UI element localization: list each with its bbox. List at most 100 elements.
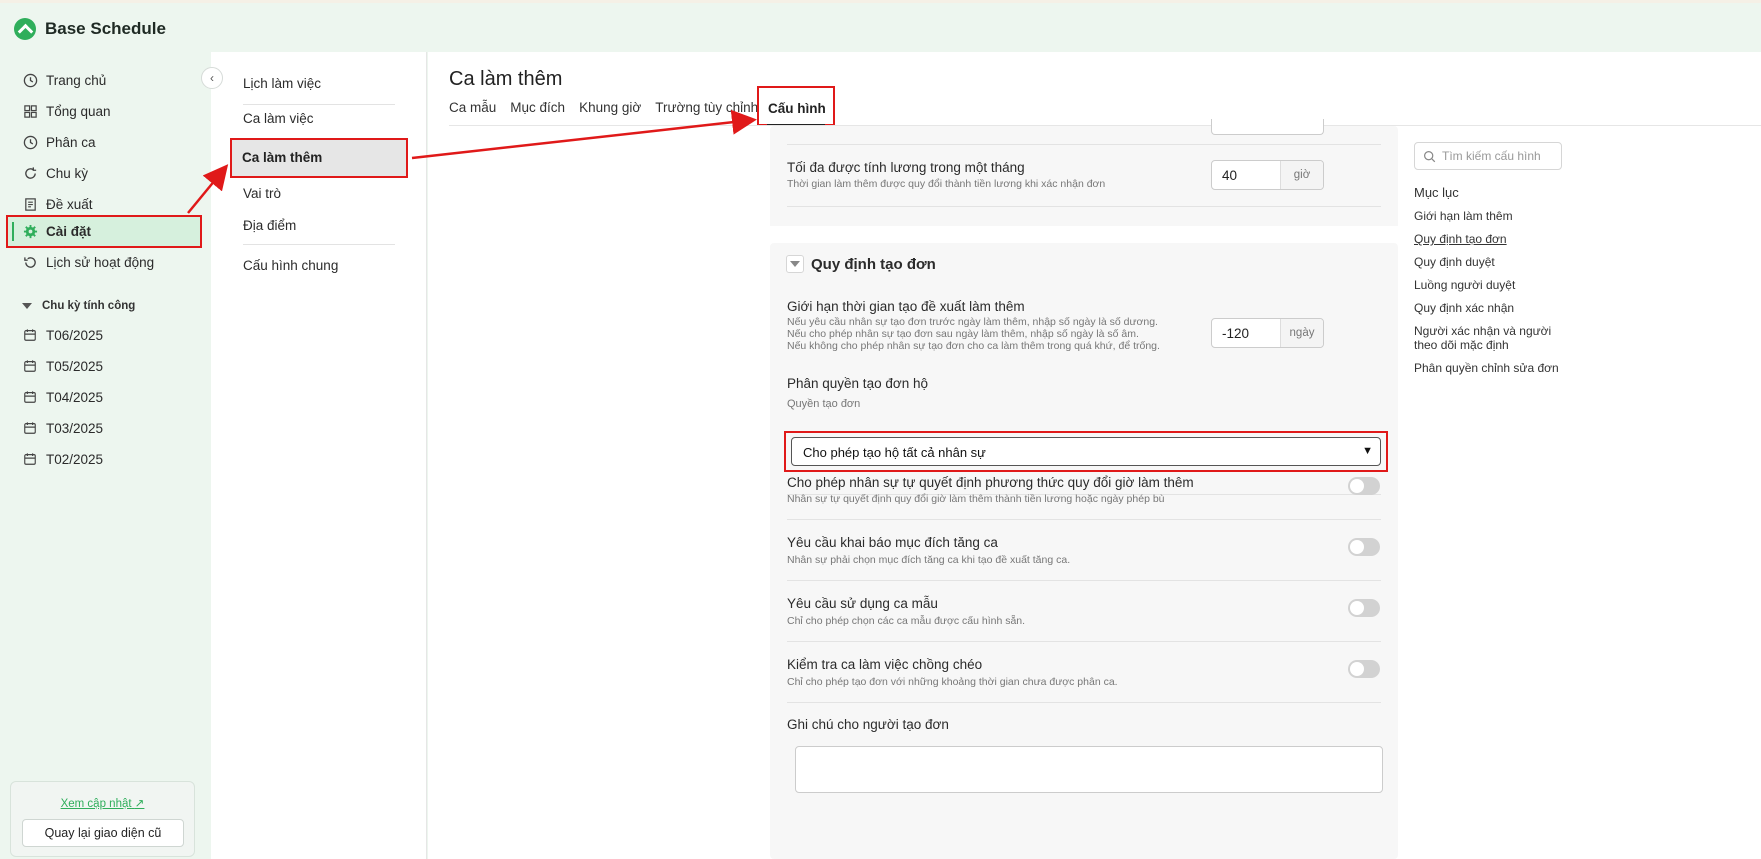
toggle-title-4: Kiểm tra ca làm việc chồng chéo <box>787 657 983 672</box>
period-section-header[interactable]: Chu kỳ tính công <box>22 300 135 312</box>
toggle-desc-1: Nhân sự tự quyết định quy đổi giờ làm th… <box>787 493 1165 505</box>
clock-icon <box>22 72 38 88</box>
calendar-icon <box>22 420 38 436</box>
toc-title: Mục lục <box>1414 185 1459 200</box>
calendar-icon <box>22 327 38 343</box>
toc-item[interactable]: Quy định xác nhận <box>1414 301 1564 315</box>
proxy-field-label: Quyền tạo đơn <box>787 398 861 410</box>
sidebar-item-label: Tổng quan <box>46 103 111 119</box>
max-salary-desc: Thời gian làm thêm được quy đổi thành ti… <box>787 178 1106 190</box>
toggle-desc-4: Chỉ cho phép tạo đơn với những khoảng th… <box>787 676 1118 688</box>
note-title: Ghi chú cho người tạo đơn <box>787 717 949 732</box>
sidebar-item-overview[interactable]: Tổng quan <box>8 97 201 125</box>
row-divider <box>787 641 1381 642</box>
max-salary-value: 40 <box>1222 168 1238 183</box>
app-title: Base Schedule <box>45 19 166 38</box>
sidebar-item-cycles[interactable]: Chu kỳ <box>8 159 201 187</box>
top-bar: Base Schedule <box>0 0 1761 52</box>
time-limit-value: -120 <box>1222 326 1250 341</box>
calendar-icon <box>22 451 38 467</box>
period-item[interactable]: T06/2025 <box>8 321 201 349</box>
subnav-divider <box>243 104 395 105</box>
proxy-select-highlight: Cho phép tạo hộ tất cả nhân sự ▼ <box>784 431 1388 472</box>
prev-number-input[interactable] <box>1211 119 1324 135</box>
toc-item[interactable]: Giới hạn làm thêm <box>1414 209 1564 223</box>
external-link-icon: ↗ <box>134 798 145 810</box>
sidebar-item-label: Đề xuất <box>46 196 93 212</box>
toggle-self-convert[interactable] <box>1348 477 1380 495</box>
period-item[interactable]: T02/2025 <box>8 445 201 473</box>
toggle-require-template[interactable] <box>1348 599 1380 617</box>
time-limit-input[interactable]: -120 ngày <box>1211 318 1324 348</box>
subnav-item-locations[interactable]: Địa điểm <box>243 218 296 233</box>
sidebar-item-home[interactable]: Trang chủ <box>8 66 201 94</box>
period-label: T06/2025 <box>46 327 104 343</box>
back-to-old-ui-button[interactable]: Quay lại giao diện cũ <box>22 819 184 847</box>
subnav-item-schedule[interactable]: Lịch làm việc <box>243 76 321 91</box>
proxy-title: Phân quyền tạo đơn hộ <box>787 376 928 391</box>
toc-item[interactable]: Luồng người duyệt <box>1414 278 1564 292</box>
toc-item-active[interactable]: Quy định tạo đơn <box>1414 232 1564 246</box>
grid-icon <box>22 103 38 119</box>
sidebar-item-requests[interactable]: Đề xuất <box>8 190 201 218</box>
history-icon <box>22 254 38 270</box>
max-salary-input[interactable]: 40 giờ <box>1211 160 1324 190</box>
sidebar-item-label: Chu kỳ <box>46 165 89 181</box>
time-limit-title: Giới hạn thời gian tạo đề xuất làm thêm <box>787 299 1025 314</box>
tab-time-slots[interactable]: Khung giờ <box>579 100 641 115</box>
row-divider <box>787 144 1381 145</box>
sidebar-item-shifts[interactable]: Phân ca <box>8 128 201 156</box>
max-salary-unit: giờ <box>1280 161 1323 189</box>
toc-item[interactable]: Quy định duyệt <box>1414 255 1564 269</box>
sidebar-item-settings[interactable]: Cài đặt <box>6 215 202 248</box>
sidebar-footer: Xem cập nhật ↗ Quay lại giao diện cũ <box>10 781 195 857</box>
sidebar-item-label: Phân ca <box>46 134 96 150</box>
period-label: T05/2025 <box>46 358 104 374</box>
period-label: T04/2025 <box>46 389 104 405</box>
subnav-item-overtime[interactable]: Ca làm thêm <box>230 138 408 178</box>
section-title: Quy định tạo đơn <box>811 256 936 273</box>
period-section-title: Chu kỳ tính công <box>42 300 136 312</box>
time-limit-unit: ngày <box>1280 319 1323 347</box>
calendar-icon <box>22 389 38 405</box>
tab-custom-fields[interactable]: Trường tùy chỉnh <box>655 100 758 115</box>
caret-down-icon <box>790 261 800 267</box>
sidebar-item-history[interactable]: Lịch sử hoạt động <box>8 248 201 276</box>
sidebar-item-label: Trang chủ <box>46 72 107 88</box>
document-icon <box>22 196 38 212</box>
time-limit-desc-3: Nếu không cho phép nhân sự tạo đơn cho c… <box>787 340 1160 352</box>
tab-bar: Ca mẫu Mục đích Khung giờ Trường tùy chỉ… <box>449 100 758 115</box>
period-item[interactable]: T04/2025 <box>8 383 201 411</box>
search-icon <box>1423 150 1436 163</box>
collapse-sidebar-button[interactable]: ‹ <box>201 67 223 89</box>
subnav-item-roles[interactable]: Vai trò <box>243 186 281 201</box>
row-divider <box>787 519 1381 520</box>
note-textarea[interactable] <box>795 746 1383 793</box>
tab-templates[interactable]: Ca mẫu <box>449 100 496 115</box>
toggle-desc-2: Nhân sự phải chọn mục đích tăng ca khi t… <box>787 554 1071 566</box>
period-item[interactable]: T03/2025 <box>8 414 201 442</box>
toggle-check-overlap[interactable] <box>1348 660 1380 678</box>
toc-item[interactable]: Người xác nhận và người theo dõi mặc địn… <box>1414 324 1564 352</box>
toggle-title-1: Cho phép nhân sự tự quyết định phương th… <box>787 475 1194 490</box>
update-link[interactable]: Xem cập nhật ↗ <box>11 796 194 810</box>
row-divider <box>787 702 1381 703</box>
config-search-input[interactable]: Tìm kiếm cấu hình <box>1414 142 1562 170</box>
period-label: T03/2025 <box>46 420 104 436</box>
toggle-desc-3: Chỉ cho phép chọn các ca mẫu được cấu hì… <box>787 615 1026 627</box>
calendar-icon <box>22 358 38 374</box>
tab-purposes[interactable]: Mục đích <box>510 100 565 115</box>
toc-item[interactable]: Phân quyền chỉnh sửa đơn <box>1414 361 1564 375</box>
proxy-permission-select[interactable]: Cho phép tạo hộ tất cả nhân sự ▼ <box>791 437 1381 466</box>
settings-subnav: Lịch làm việc Ca làm việc Ca làm thêm Va… <box>211 52 427 859</box>
subnav-item-general[interactable]: Cấu hình chung <box>243 258 338 273</box>
sidebar-item-label: Cài đặt <box>46 224 92 239</box>
period-item[interactable]: T05/2025 <box>8 352 201 380</box>
subnav-item-shifts[interactable]: Ca làm việc <box>243 111 314 126</box>
toggle-require-purpose[interactable] <box>1348 538 1380 556</box>
proxy-selected-value: Cho phép tạo hộ tất cả nhân sự <box>803 445 986 460</box>
chevron-down-icon: ▼ <box>1362 445 1373 457</box>
collapse-section-button[interactable] <box>786 255 804 273</box>
tab-config[interactable]: Cấu hình <box>757 86 835 126</box>
sidebar-item-label: Lịch sử hoạt động <box>46 254 155 270</box>
